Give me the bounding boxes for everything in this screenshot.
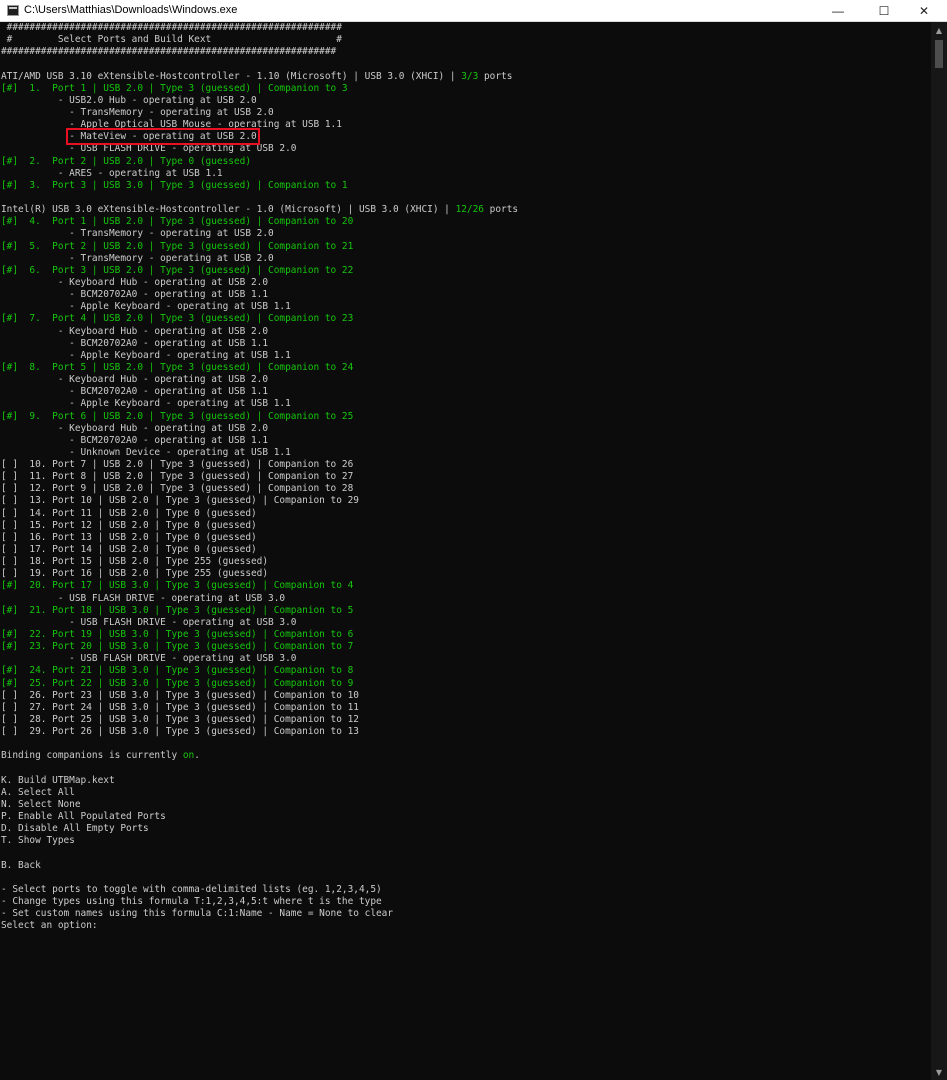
port-entry[interactable]: [#] 1. Port 1 | USB 2.0 | Type 3 (guesse… <box>1 83 931 95</box>
device-entry: - BCM20702A0 - operating at USB 1.1 <box>1 289 269 301</box>
device-entry: - USB FLASH DRIVE - operating at USB 3.0 <box>1 653 297 665</box>
port-entry[interactable]: [ ] 19. Port 16 | USB 2.0 | Type 255 (gu… <box>1 568 931 580</box>
port-entry[interactable]: [ ] 26. Port 23 | USB 3.0 | Type 3 (gues… <box>1 690 931 702</box>
port-entry[interactable]: [ ] 10. Port 7 | USB 2.0 | Type 3 (guess… <box>1 459 931 471</box>
menu-option[interactable]: T. Show Types <box>1 835 931 847</box>
port-entry[interactable]: [ ] 14. Port 11 | USB 2.0 | Type 0 (gues… <box>1 508 931 520</box>
port-entry[interactable]: [#] 21. Port 18 | USB 3.0 | Type 3 (gues… <box>1 605 931 617</box>
device-entry: - Apple Keyboard - operating at USB 1.1 <box>1 301 291 313</box>
close-icon[interactable]: ✕ <box>901 0 947 22</box>
controller-name: Intel(R) USB 3.0 eXtensible-Hostcontroll… <box>1 204 456 216</box>
back-option[interactable]: B. Back <box>1 860 931 872</box>
scrollbar-thumb[interactable] <box>935 40 943 68</box>
binding-state: on <box>182 750 195 762</box>
device-entry: - BCM20702A0 - operating at USB 1.1 <box>1 386 269 398</box>
port-entry[interactable]: [ ] 29. Port 26 | USB 3.0 | Type 3 (gues… <box>1 726 931 738</box>
device-entry: - TransMemory - operating at USB 2.0 <box>1 228 274 240</box>
help-line: - Change types using this formula T:1,2,… <box>1 896 382 908</box>
port-entry[interactable]: [#] 20. Port 17 | USB 3.0 | Type 3 (gues… <box>1 580 931 592</box>
device-entry: - Apple Keyboard - operating at USB 1.1 <box>1 349 291 361</box>
port-entry[interactable]: [#] 22. Port 19 | USB 3.0 | Type 3 (gues… <box>1 629 931 641</box>
port-entry[interactable]: [ ] 28. Port 25 | USB 3.0 | Type 3 (gues… <box>1 714 931 726</box>
port-entry[interactable]: [#] 8. Port 5 | USB 2.0 | Type 3 (guesse… <box>1 362 931 374</box>
scroll-up-arrow-icon[interactable]: ▲ <box>931 22 947 38</box>
port-entry[interactable]: [#] 9. Port 6 | USB 2.0 | Type 3 (guesse… <box>1 411 931 423</box>
header-line: ########################################… <box>1 22 342 33</box>
port-entry[interactable]: [#] 23. Port 20 | USB 3.0 | Type 3 (gues… <box>1 641 931 653</box>
controller-port-count: 12/26 <box>455 204 484 216</box>
device-entry: - Keyboard Hub - operating at USB 2.0 <box>1 276 269 288</box>
device-entry: - USB FLASH DRIVE - operating at USB 3.0 <box>1 616 297 628</box>
binding-label: Binding companions is currently <box>1 750 183 762</box>
device-entry: - ARES - operating at USB 1.1 <box>1 167 223 179</box>
device-entry: - USB2.0 Hub - operating at USB 2.0 <box>1 94 257 106</box>
device-entry: - BCM20702A0 - operating at USB 1.1 <box>1 337 269 349</box>
minimize-icon[interactable]: — <box>815 0 861 22</box>
window-title: C:\Users\Matthias\Downloads\Windows.exe <box>24 4 238 16</box>
port-entry[interactable]: [#] 7. Port 4 | USB 2.0 | Type 3 (guesse… <box>1 313 931 325</box>
port-entry[interactable]: [#] 5. Port 2 | USB 2.0 | Type 3 (guesse… <box>1 241 931 253</box>
controller-port-count: 3/3 <box>461 70 479 82</box>
device-entry: - USB FLASH DRIVE - operating at USB 2.0 <box>1 143 297 155</box>
device-entry: - Keyboard Hub - operating at USB 2.0 <box>1 374 269 386</box>
port-entry[interactable]: [ ] 15. Port 12 | USB 2.0 | Type 0 (gues… <box>1 520 931 532</box>
port-entry[interactable]: [#] 25. Port 22 | USB 3.0 | Type 3 (gues… <box>1 678 931 690</box>
menu-option[interactable]: K. Build UTBMap.kext <box>1 775 931 787</box>
device-entry: - Apple Keyboard - operating at USB 1.1 <box>1 398 291 410</box>
port-entry[interactable]: [ ] 17. Port 14 | USB 2.0 | Type 0 (gues… <box>1 544 931 556</box>
port-entry[interactable]: [#] 2. Port 2 | USB 2.0 | Type 0 (guesse… <box>1 156 931 168</box>
input-prompt[interactable]: Select an option: <box>1 920 931 932</box>
controller-title: Intel(R) USB 3.0 eXtensible-Hostcontroll… <box>1 204 931 216</box>
device-entry: - BCM20702A0 - operating at USB 1.1 <box>1 434 269 446</box>
controller-ports-label: ports <box>478 70 513 82</box>
port-entry[interactable]: [ ] 11. Port 8 | USB 2.0 | Type 3 (guess… <box>1 471 931 483</box>
controller-title: ATI/AMD USB 3.10 eXtensible-Hostcontroll… <box>1 71 931 83</box>
port-entry[interactable]: [#] 4. Port 1 | USB 2.0 | Type 3 (guesse… <box>1 216 931 228</box>
port-entry[interactable]: [ ] 13. Port 10 | USB 2.0 | Type 3 (gues… <box>1 495 931 507</box>
device-entry: - Apple Optical USB Mouse - operating at… <box>1 119 342 131</box>
device-entry: - Keyboard Hub - operating at USB 2.0 <box>1 325 269 337</box>
binding-status: Binding companions is currently on. <box>1 750 931 762</box>
scroll-down-arrow-icon[interactable]: ▼ <box>931 1064 947 1080</box>
device-entry: - Unknown Device - operating at USB 1.1 <box>1 446 291 458</box>
device-entry: - TransMemory - operating at USB 2.0 <box>1 106 274 118</box>
console-output[interactable]: ########################################… <box>1 22 931 1080</box>
header-line: # Select Ports and Build Kext # <box>1 34 342 46</box>
device-entry: - Keyboard Hub - operating at USB 2.0 <box>1 422 269 434</box>
port-entry[interactable]: [#] 3. Port 3 | USB 3.0 | Type 3 (guesse… <box>1 180 931 192</box>
vertical-scrollbar[interactable]: ▲ ▼ <box>931 22 947 1080</box>
port-entry[interactable]: [ ] 18. Port 15 | USB 2.0 | Type 255 (gu… <box>1 556 931 568</box>
menu-option[interactable]: D. Disable All Empty Ports <box>1 823 931 835</box>
help-line: - Set custom names using this formula C:… <box>1 908 394 920</box>
console-app-icon <box>7 5 19 16</box>
binding-suffix: . <box>194 750 200 762</box>
device-entry: - MateView - operating at USB 2.0 <box>1 128 931 146</box>
port-entry[interactable]: [ ] 12. Port 9 | USB 2.0 | Type 3 (guess… <box>1 483 931 495</box>
title-bar: C:\Users\Matthias\Downloads\Windows.exe … <box>0 0 947 22</box>
controller-ports-label: ports <box>483 204 519 216</box>
menu-option[interactable]: P. Enable All Populated Ports <box>1 811 931 823</box>
header-line: ########################################… <box>1 46 337 58</box>
port-entry[interactable]: [#] 24. Port 21 | USB 3.0 | Type 3 (gues… <box>1 665 931 677</box>
controller-name: ATI/AMD USB 3.10 eXtensible-Hostcontroll… <box>1 70 462 82</box>
device-entry: - TransMemory - operating at USB 2.0 <box>1 252 274 264</box>
device-entry: - USB FLASH DRIVE - operating at USB 3.0 <box>1 592 286 604</box>
menu-option[interactable]: N. Select None <box>1 799 931 811</box>
highlighted-device: - MateView - operating at USB 2.0 <box>66 128 260 146</box>
port-entry[interactable]: [ ] 16. Port 13 | USB 2.0 | Type 0 (gues… <box>1 532 931 544</box>
menu-option[interactable]: A. Select All <box>1 787 931 799</box>
help-line: - Select ports to toggle with comma-deli… <box>1 883 382 895</box>
port-entry[interactable]: [ ] 27. Port 24 | USB 3.0 | Type 3 (gues… <box>1 702 931 714</box>
port-entry[interactable]: [#] 6. Port 3 | USB 2.0 | Type 3 (guesse… <box>1 265 931 277</box>
